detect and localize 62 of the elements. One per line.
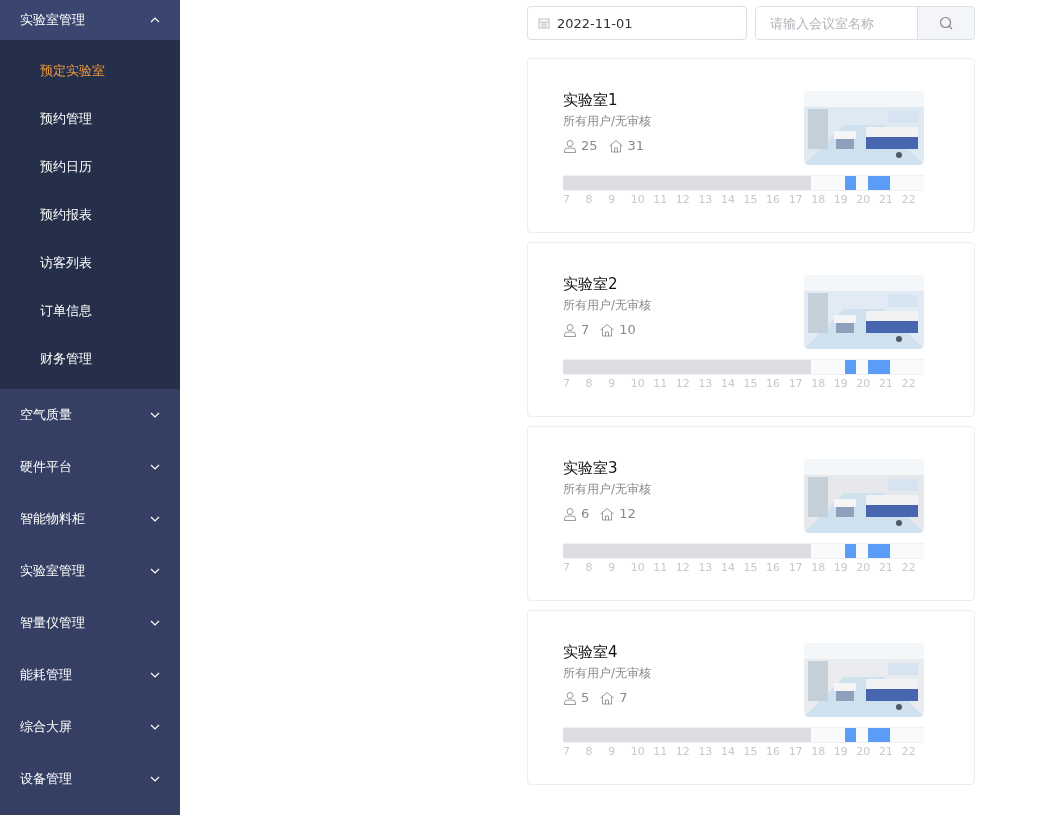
- person-icon: [563, 690, 577, 705]
- access-text: 所有用户/无审核: [563, 113, 652, 130]
- access-text: 所有用户/无审核: [563, 481, 652, 498]
- chevron-icon: [150, 17, 160, 23]
- access-text: 所有用户/无审核: [563, 665, 652, 682]
- menu-item[interactable]: 能耗管理: [0, 649, 180, 701]
- chevron-icon: [150, 516, 160, 522]
- menu-item[interactable]: 空气质量: [0, 389, 180, 441]
- submenu-item[interactable]: 订单信息: [0, 287, 180, 335]
- time-slot[interactable]: [845, 176, 857, 190]
- chevron-icon: [150, 620, 160, 626]
- area-text: 10: [619, 322, 636, 337]
- capacity-text: 7: [581, 322, 590, 337]
- area-text: 12: [619, 506, 636, 521]
- capacity-text: 6: [581, 506, 590, 521]
- room-name: 实验室3: [563, 459, 619, 478]
- person-icon: [563, 506, 577, 521]
- chevron-icon: [150, 464, 160, 470]
- person-icon: [563, 138, 577, 153]
- house-icon: [599, 506, 616, 521]
- time-slot[interactable]: [845, 544, 857, 558]
- person-icon: [563, 322, 577, 337]
- search-button[interactable]: [917, 7, 974, 39]
- house-icon: [607, 138, 624, 153]
- calendar-icon: [538, 17, 550, 29]
- search-field[interactable]: 请输入会议室名称: [755, 6, 975, 40]
- time-slot[interactable]: [845, 360, 857, 374]
- time-slot[interactable]: [845, 728, 857, 742]
- submenu-item[interactable]: 预约管理: [0, 95, 180, 143]
- submenu-item[interactable]: 预约日历: [0, 143, 180, 191]
- house-icon: [599, 690, 616, 705]
- access-text: 所有用户/无审核: [563, 297, 652, 314]
- time-slot[interactable]: [867, 360, 879, 374]
- menu-item[interactable]: 设备管理: [0, 753, 180, 805]
- menu-item[interactable]: 实验室管理: [0, 0, 180, 40]
- time-slot[interactable]: [867, 176, 879, 190]
- capacity-text: 5: [581, 690, 590, 705]
- time-slot[interactable]: [867, 728, 879, 742]
- submenu-item[interactable]: 预定实验室: [0, 47, 180, 95]
- chevron-icon: [150, 776, 160, 782]
- menu-item[interactable]: 智能物料柜: [0, 493, 180, 545]
- submenu-item[interactable]: 预约报表: [0, 191, 180, 239]
- submenu-item[interactable]: 访客列表: [0, 239, 180, 287]
- chevron-icon: [150, 412, 160, 418]
- date-field[interactable]: 2022-11-01: [527, 6, 747, 40]
- menu-item[interactable]: 实验室管理: [0, 545, 180, 597]
- area-text: 31: [627, 138, 645, 153]
- chevron-icon: [150, 672, 160, 678]
- room-name: 实验室4: [563, 643, 619, 662]
- menu-item[interactable]: 综合大屏: [0, 701, 180, 753]
- capacity-text: 25: [581, 138, 598, 153]
- house-icon: [599, 322, 616, 337]
- chevron-icon: [150, 568, 160, 574]
- area-text: 7: [619, 690, 628, 705]
- room-name: 实验室1: [563, 91, 619, 110]
- menu-item[interactable]: 硬件平台: [0, 441, 180, 493]
- submenu-item[interactable]: 财务管理: [0, 335, 180, 383]
- room-name: 实验室2: [563, 275, 619, 294]
- chevron-icon: [150, 724, 160, 730]
- menu-item[interactable]: 智量仪管理: [0, 597, 180, 649]
- search-icon: [939, 16, 953, 30]
- time-slot[interactable]: [867, 544, 879, 558]
